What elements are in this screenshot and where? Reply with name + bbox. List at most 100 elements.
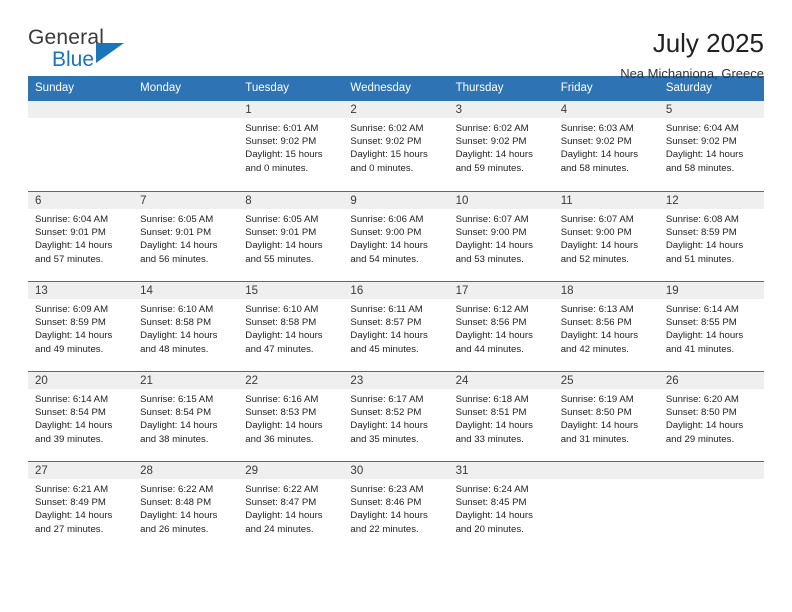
day-details [554, 479, 659, 483]
day-number: 26 [658, 372, 764, 389]
calendar-day-cell[interactable]: 8 Sunrise: 6:05 AM Sunset: 9:01 PM Daylight… [238, 192, 344, 281]
daylight-text: and 35 minutes. [350, 433, 419, 445]
calendar-day-cell[interactable]: 19 Sunrise: 6:14 AM Sunset: 8:55 PM Dayligh… [658, 282, 764, 371]
day-number: 27 [28, 462, 134, 479]
daylight-text: and 58 minutes. [665, 162, 735, 174]
sunrise-text: Sunrise: 6:05 AM [245, 214, 319, 225]
daylight-text: Daylight: 14 hours [350, 240, 428, 252]
sunset-text: Sunset: 9:02 PM [245, 136, 317, 148]
calendar-day-cell[interactable]: 21 Sunrise: 6:15 AM Sunset: 8:54 PM Dayligh… [133, 372, 239, 461]
calendar-day-cell[interactable]: 23 Sunrise: 6:17 AM Sunset: 8:52 PM Dayligh… [343, 372, 449, 461]
calendar-empty-cell [28, 101, 134, 191]
calendar-day-cell[interactable]: 22 Sunrise: 6:16 AM Sunset: 8:53 PM Dayligh… [238, 372, 344, 461]
calendar-day-cell[interactable]: 31 Sunrise: 6:24 AM Sunset: 8:45 PM Dayligh… [448, 462, 554, 551]
day-details: Sunrise: 6:10 AM Sunset: 8:58 PM Daylight:… [238, 299, 343, 356]
daylight-text: Daylight: 14 hours [140, 240, 218, 252]
calendar-day-cell[interactable]: 12 Sunrise: 6:08 AM Sunset: 8:59 PM Dayligh… [658, 192, 764, 281]
calendar-day-cell[interactable]: 20 Sunrise: 6:14 AM Sunset: 8:54 PM Dayligh… [28, 372, 134, 461]
calendar-day-cell[interactable]: 1 Sunrise: 6:01 AM Sunset: 9:02 PM Daylight… [238, 101, 344, 191]
day-details: Sunrise: 6:15 AM Sunset: 8:54 PM Daylight:… [133, 389, 238, 446]
sunrise-text: Sunrise: 6:21 AM [35, 484, 109, 495]
calendar-day-cell[interactable]: 27 Sunrise: 6:21 AM Sunset: 8:49 PM Dayligh… [28, 462, 134, 551]
day-number: 8 [238, 192, 344, 209]
day-details: Sunrise: 6:12 AM Sunset: 8:56 PM Daylight:… [449, 299, 554, 356]
sunrise-text: Sunrise: 6:09 AM [35, 304, 109, 315]
logo-text-general: General [28, 26, 105, 49]
day-details: Sunrise: 6:19 AM Sunset: 8:50 PM Daylight:… [554, 389, 659, 446]
sunrise-text: Sunrise: 6:05 AM [140, 214, 214, 225]
sunset-text: Sunset: 8:49 PM [35, 497, 106, 509]
calendar-day-cell[interactable]: 15 Sunrise: 6:10 AM Sunset: 8:58 PM Dayligh… [238, 282, 344, 371]
calendar-day-cell[interactable]: 2 Sunrise: 6:02 AM Sunset: 9:02 PM Daylight… [343, 101, 449, 191]
calendar-day-cell[interactable]: 26 Sunrise: 6:20 AM Sunset: 8:50 PM Dayligh… [658, 372, 764, 461]
day-details: Sunrise: 6:09 AM Sunset: 8:59 PM Daylight:… [28, 299, 133, 356]
calendar-day-cell[interactable]: 7 Sunrise: 6:05 AM Sunset: 9:01 PM Daylight… [133, 192, 239, 281]
daylight-text: and 39 minutes. [35, 433, 104, 445]
daylight-text: and 59 minutes. [455, 162, 524, 174]
day-number: 6 [28, 192, 134, 209]
calendar-day-cell[interactable]: 13 Sunrise: 6:09 AM Sunset: 8:59 PM Dayligh… [28, 282, 134, 371]
calendar-day-cell[interactable]: 28 Sunrise: 6:22 AM Sunset: 8:48 PM Dayligh… [133, 462, 239, 551]
calendar-day-cell[interactable]: 29 Sunrise: 6:22 AM Sunset: 8:47 PM Dayligh… [238, 462, 344, 551]
calendar-day-cell[interactable]: 14 Sunrise: 6:10 AM Sunset: 8:58 PM Dayligh… [133, 282, 239, 371]
sunrise-text: Sunrise: 6:14 AM [665, 304, 739, 315]
sunset-text: Sunset: 9:00 PM [560, 227, 632, 239]
day-details: Sunrise: 6:08 AM Sunset: 8:59 PM Daylight:… [659, 209, 764, 266]
day-details: Sunrise: 6:13 AM Sunset: 8:56 PM Daylight:… [554, 299, 659, 356]
calendar-day-cell[interactable]: 6 Sunrise: 6:04 AM Sunset: 9:01 PM Daylight… [28, 192, 134, 281]
daylight-text: and 27 minutes. [35, 523, 104, 535]
daylight-text: and 45 minutes. [350, 343, 419, 355]
calendar-day-cell[interactable]: 10 Sunrise: 6:07 AM Sunset: 9:00 PM Dayligh… [448, 192, 554, 281]
sunrise-text: Sunrise: 6:19 AM [560, 394, 634, 405]
daylight-text: and 58 minutes. [560, 162, 629, 174]
brand-logo[interactable]: General Blue [28, 27, 148, 75]
daylight-text: Daylight: 14 hours [245, 330, 323, 342]
calendar-empty-cell [658, 462, 764, 551]
calendar-day-cell[interactable]: 25 Sunrise: 6:19 AM Sunset: 8:50 PM Dayligh… [553, 372, 659, 461]
sunrise-text: Sunrise: 6:16 AM [245, 394, 319, 405]
sunset-text: Sunset: 8:51 PM [455, 407, 527, 419]
sunrise-text: Sunrise: 6:12 AM [455, 304, 529, 315]
daylight-text: Daylight: 14 hours [350, 510, 428, 522]
day-number: 2 [343, 101, 449, 118]
sunset-text: Sunset: 9:02 PM [350, 136, 422, 148]
daylight-text: and 57 minutes. [35, 253, 104, 265]
calendar-day-cell[interactable]: 17 Sunrise: 6:12 AM Sunset: 8:56 PM Dayligh… [448, 282, 554, 371]
calendar-empty-cell [133, 101, 239, 191]
calendar-day-cell[interactable]: 16 Sunrise: 6:11 AM Sunset: 8:57 PM Dayligh… [343, 282, 449, 371]
day-details: Sunrise: 6:16 AM Sunset: 8:53 PM Daylight:… [238, 389, 343, 446]
calendar-day-cell[interactable]: 9 Sunrise: 6:06 AM Sunset: 9:00 PM Daylight… [343, 192, 449, 281]
daylight-text: and 22 minutes. [350, 523, 419, 535]
calendar-day-cell[interactable]: 3 Sunrise: 6:02 AM Sunset: 9:02 PM Daylight… [448, 101, 554, 191]
sunset-text: Sunset: 8:47 PM [245, 497, 317, 509]
sunset-text: Sunset: 8:58 PM [245, 317, 317, 329]
daylight-text: Daylight: 14 hours [245, 420, 323, 432]
sunset-text: Sunset: 8:59 PM [665, 227, 737, 239]
sunset-text: Sunset: 8:53 PM [245, 407, 317, 419]
weekday-header-thursday: Thursday [455, 82, 504, 94]
weekday-header-saturday: Saturday [665, 82, 712, 94]
calendar-day-cell[interactable]: 11 Sunrise: 6:07 AM Sunset: 9:00 PM Dayligh… [553, 192, 659, 281]
daylight-text: Daylight: 14 hours [350, 420, 428, 432]
daylight-text: and 44 minutes. [455, 343, 524, 355]
day-details: Sunrise: 6:03 AM Sunset: 9:02 PM Daylight:… [554, 118, 659, 175]
weekday-header-wednesday: Wednesday [350, 82, 411, 94]
calendar-day-cell[interactable]: 18 Sunrise: 6:13 AM Sunset: 8:56 PM Dayligh… [553, 282, 659, 371]
sunrise-text: Sunrise: 6:14 AM [35, 394, 109, 405]
weekday-header-sunday: Sunday [35, 82, 75, 94]
day-number: 10 [448, 192, 554, 209]
calendar-day-cell[interactable]: 5 Sunrise: 6:04 AM Sunset: 9:02 PM Daylight… [658, 101, 764, 191]
daylight-text: and 31 minutes. [560, 433, 629, 445]
daylight-text: Daylight: 14 hours [35, 330, 113, 342]
sunrise-text: Sunrise: 6:18 AM [455, 394, 529, 405]
daylight-text: and 47 minutes. [245, 343, 314, 355]
calendar-weeks: 1 Sunrise: 6:01 AM Sunset: 9:02 PM Daylight… [28, 101, 764, 551]
sunrise-text: Sunrise: 6:03 AM [560, 123, 634, 134]
calendar-day-cell[interactable]: 30 Sunrise: 6:23 AM Sunset: 8:46 PM Dayligh… [343, 462, 449, 551]
day-number [658, 462, 764, 479]
day-details: Sunrise: 6:02 AM Sunset: 9:02 PM Daylight:… [449, 118, 554, 175]
calendar-day-cell[interactable]: 4 Sunrise: 6:03 AM Sunset: 9:02 PM Daylight… [553, 101, 659, 191]
calendar-day-cell[interactable]: 24 Sunrise: 6:18 AM Sunset: 8:51 PM Dayligh… [448, 372, 554, 461]
daylight-text: and 41 minutes. [665, 343, 735, 355]
calendar-page: General Blue July 2025 Nea Michaniona, G… [0, 0, 792, 612]
